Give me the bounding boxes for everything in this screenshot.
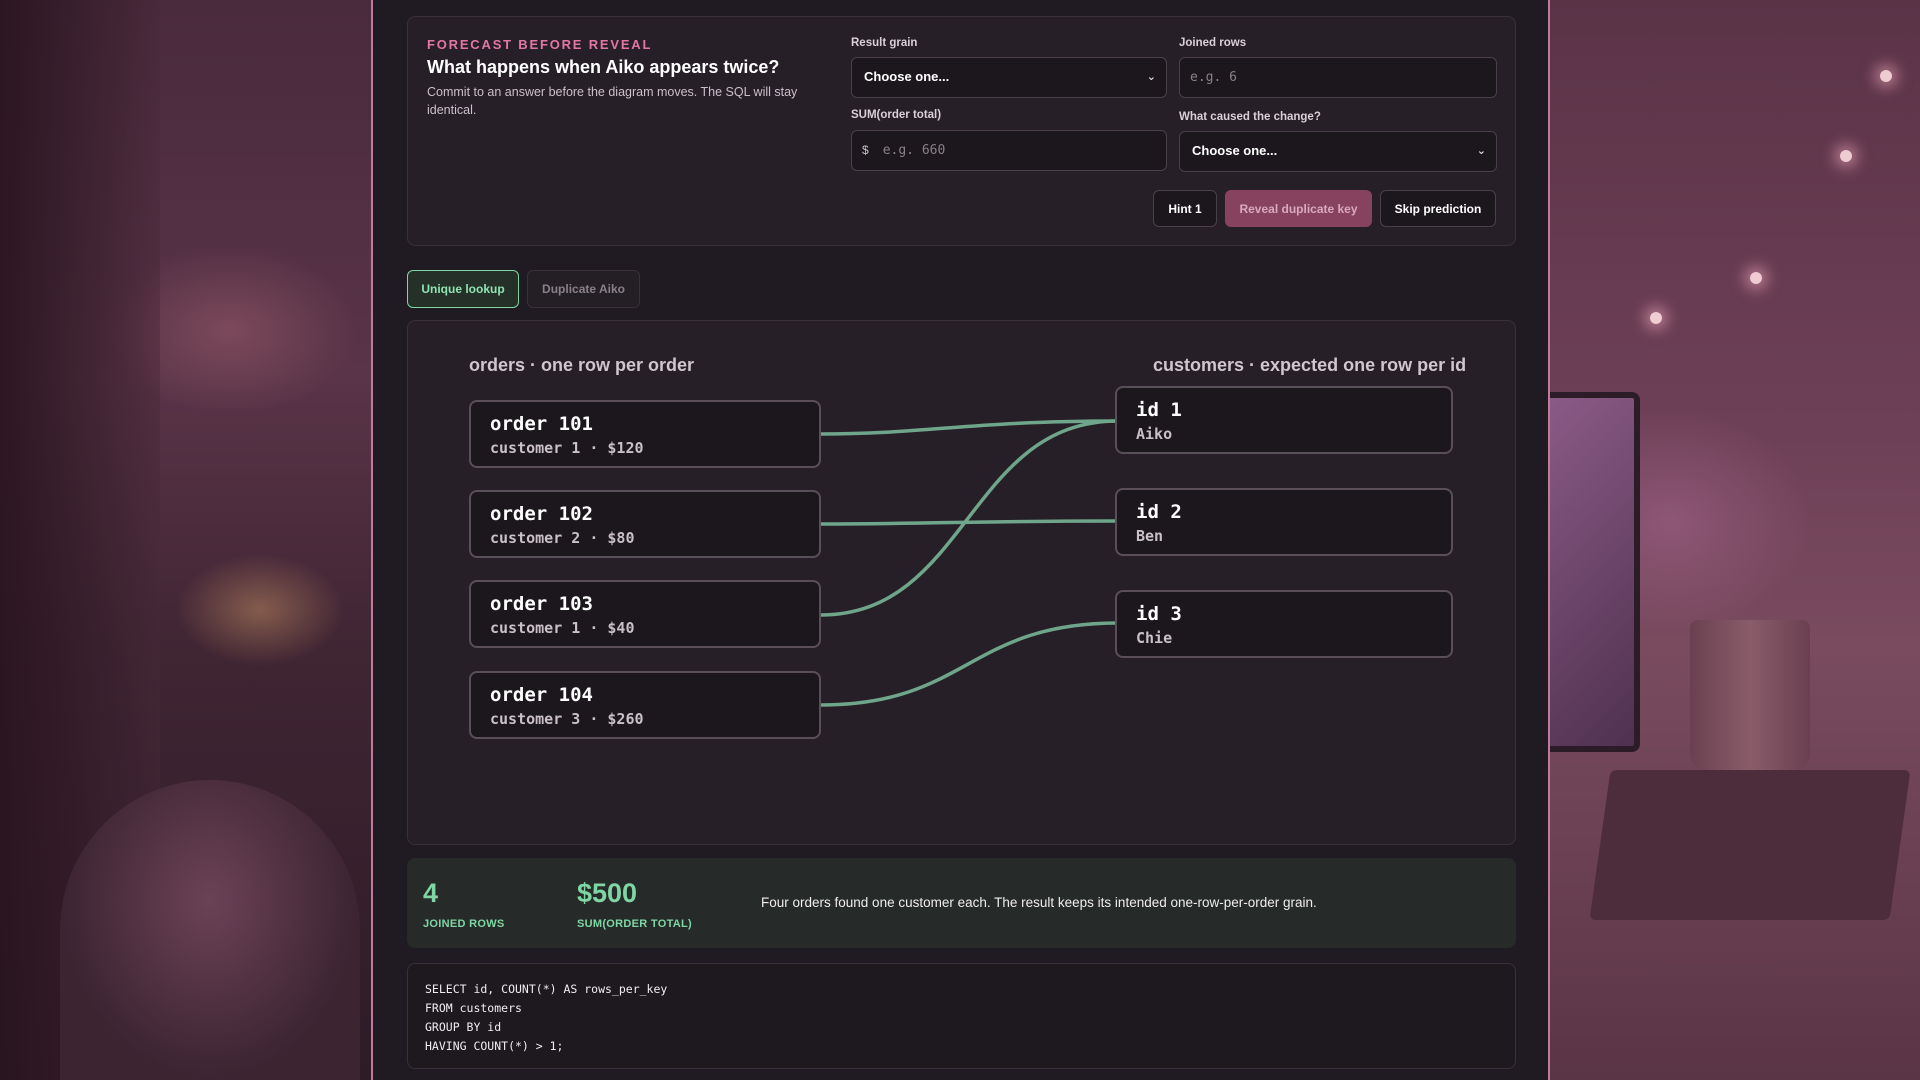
summary-text: Four orders found one customer each. The… bbox=[761, 895, 1317, 910]
reveal-duplicate-key-button[interactable]: Reveal duplicate key bbox=[1225, 190, 1372, 227]
order-node[interactable]: order 101 customer 1 · $120 bbox=[469, 400, 821, 468]
result-summary: 4 JOINED ROWS $500 SUM(ORDER TOTAL) Four… bbox=[407, 858, 1516, 948]
customer-title: id 2 bbox=[1136, 501, 1182, 523]
link-order-103-to-id-1 bbox=[819, 419, 1119, 617]
order-detail: customer 3 · $260 bbox=[490, 710, 644, 728]
sql-line: FROM customers bbox=[425, 1001, 522, 1015]
link-order-104-to-id-3 bbox=[819, 621, 1119, 707]
order-detail: customer 1 · $120 bbox=[490, 439, 644, 457]
main-panel: FORECAST BEFORE REVEAL What happens when… bbox=[371, 0, 1550, 1080]
order-detail: customer 1 · $40 bbox=[490, 619, 635, 637]
forecast-title: What happens when Aiko appears twice? bbox=[427, 57, 780, 77]
order-node[interactable]: order 102 customer 2 · $80 bbox=[469, 490, 821, 558]
joined-rows-label: Joined rows bbox=[1179, 37, 1247, 49]
cause-label: What caused the change? bbox=[1179, 111, 1321, 123]
sql-line: HAVING COUNT(*) > 1; bbox=[425, 1039, 564, 1053]
result-grain-select[interactable]: Choose one... ⌄ bbox=[851, 57, 1167, 98]
orders-heading: orders · one row per order bbox=[469, 355, 695, 375]
joined-rows-metric-label: JOINED ROWS bbox=[423, 918, 505, 930]
order-title: order 103 bbox=[490, 593, 593, 615]
result-grain-value: Choose one... bbox=[864, 69, 950, 84]
forecast-kicker: FORECAST BEFORE REVEAL bbox=[427, 37, 653, 52]
customers-heading: customers · expected one row per id bbox=[1153, 355, 1467, 375]
customer-detail: Ben bbox=[1136, 527, 1164, 545]
currency-prefix: $ bbox=[862, 143, 869, 157]
chevron-down-icon: ⌄ bbox=[1476, 145, 1486, 157]
order-title: order 101 bbox=[490, 413, 593, 435]
customer-node[interactable]: id 2 Ben bbox=[1115, 488, 1453, 556]
customer-title: id 3 bbox=[1136, 603, 1182, 625]
order-node[interactable]: order 103 customer 1 · $40 bbox=[469, 580, 821, 648]
customer-detail: Aiko bbox=[1136, 425, 1173, 443]
order-detail: customer 2 · $80 bbox=[490, 529, 635, 547]
background-scene-right bbox=[1550, 0, 1920, 1080]
join-diagram: orders · one row per order customers · e… bbox=[407, 320, 1516, 845]
background-scene-left bbox=[0, 0, 371, 1080]
forecast-description: Commit to an answer before the diagram m… bbox=[427, 85, 798, 117]
sum-value: $500 bbox=[577, 878, 638, 908]
chevron-down-icon: ⌄ bbox=[1146, 71, 1156, 83]
skip-prediction-button[interactable]: Skip prediction bbox=[1380, 190, 1496, 227]
sql-line: SELECT id, COUNT(*) AS rows_per_key bbox=[425, 982, 668, 996]
order-title: order 102 bbox=[490, 503, 593, 525]
result-grain-label: Result grain bbox=[851, 37, 918, 49]
link-order-102-to-id-2 bbox=[819, 519, 1119, 526]
joined-rows-value: 4 bbox=[423, 878, 439, 908]
customer-title: id 1 bbox=[1136, 399, 1182, 421]
tab-unique-lookup[interactable]: Unique lookup bbox=[407, 270, 519, 308]
sum-total-placeholder: e.g. 660 bbox=[882, 143, 946, 158]
sql-code-block: SELECT id, COUNT(*) AS rows_per_key FROM … bbox=[407, 963, 1516, 1069]
hint-button[interactable]: Hint 1 bbox=[1153, 190, 1217, 227]
pen-cup-illustration bbox=[1690, 620, 1810, 770]
sum-total-label: SUM(order total) bbox=[851, 109, 942, 121]
order-node[interactable]: order 104 customer 3 · $260 bbox=[469, 671, 821, 739]
sum-total-input[interactable]: $ e.g. 660 bbox=[851, 130, 1167, 171]
customer-detail: Chie bbox=[1136, 629, 1173, 647]
cause-value: Choose one... bbox=[1192, 143, 1278, 158]
cause-select[interactable]: Choose one... ⌄ bbox=[1179, 131, 1497, 172]
sql-line: GROUP BY id bbox=[425, 1020, 502, 1034]
tab-duplicate-aiko[interactable]: Duplicate Aiko bbox=[527, 270, 640, 308]
laptop-illustration bbox=[1550, 392, 1640, 752]
joined-rows-input[interactable]: e.g. 6 bbox=[1179, 57, 1497, 98]
sum-metric-label: SUM(ORDER TOTAL) bbox=[577, 918, 692, 930]
customer-node[interactable]: id 1 Aiko bbox=[1115, 386, 1453, 454]
customer-node[interactable]: id 3 Chie bbox=[1115, 590, 1453, 658]
forecast-card: FORECAST BEFORE REVEAL What happens when… bbox=[407, 16, 1516, 246]
notebook-illustration bbox=[1589, 770, 1911, 920]
order-title: order 104 bbox=[490, 684, 593, 706]
joined-rows-placeholder: e.g. 6 bbox=[1190, 70, 1237, 85]
